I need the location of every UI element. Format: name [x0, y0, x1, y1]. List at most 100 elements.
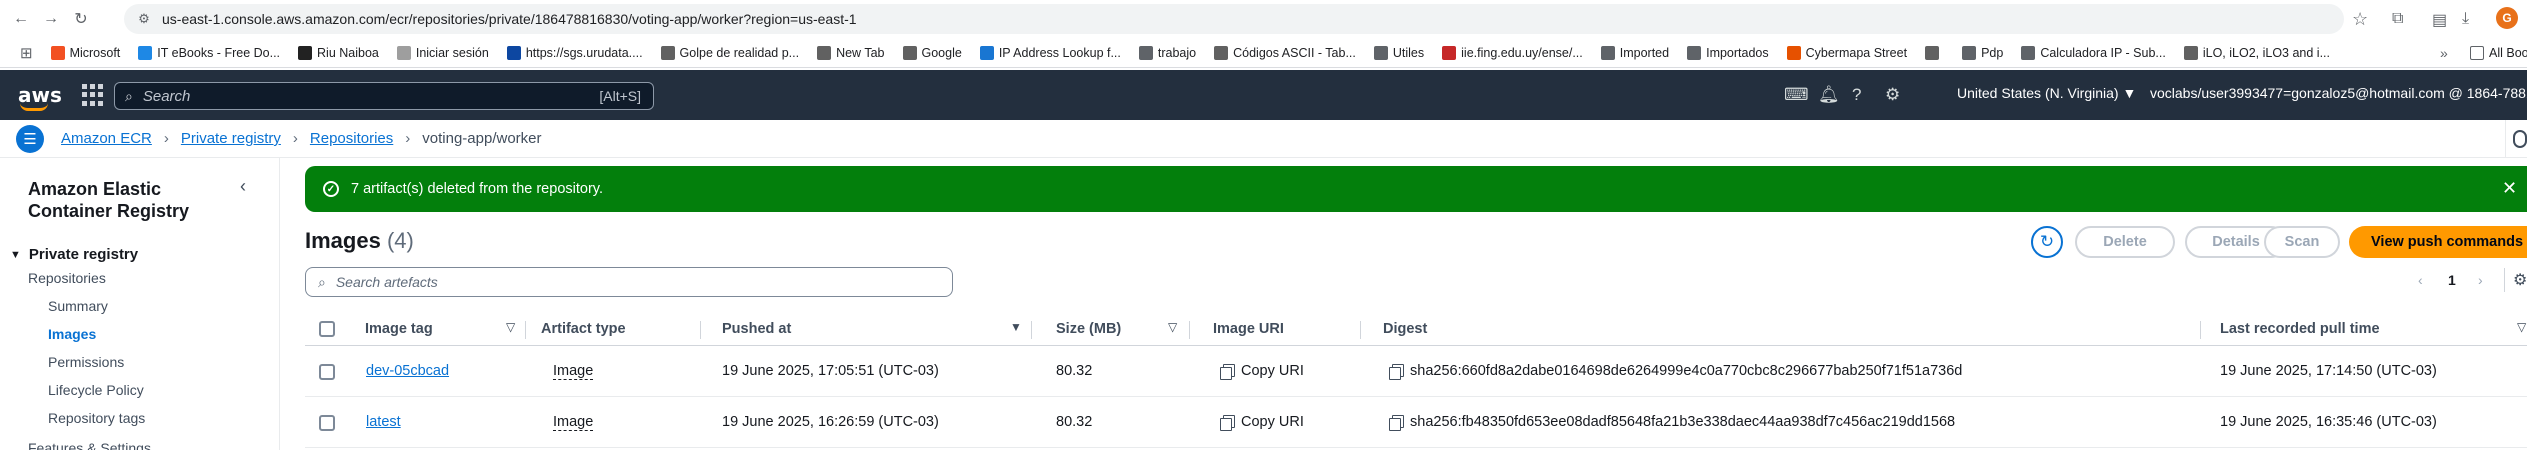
info-panel-icon[interactable]: [2513, 130, 2527, 148]
page-number[interactable]: 1: [2448, 272, 2456, 288]
profile-avatar[interactable]: G: [2496, 7, 2518, 29]
bookmark-label: Pdp: [1981, 45, 2004, 60]
view-push-commands-button[interactable]: View push commands: [2349, 226, 2527, 258]
copy-uri-button[interactable]: Copy URI: [1241, 414, 1304, 430]
bookmark-item[interactable]: Microsoft: [50, 45, 120, 60]
cloudshell-icon[interactable]: ⌨: [1784, 86, 1809, 104]
sort-caret-icon[interactable]: ▽: [506, 320, 515, 334]
search-artefacts-input[interactable]: ⌕ Search artefacts: [305, 267, 953, 297]
bookmark-item[interactable]: iLO, iLO2, iLO3 and i...: [2183, 45, 2330, 60]
bookmark-item[interactable]: Cybermapa Street: [1786, 45, 1908, 60]
address-bar[interactable]: ⚙ us-east-1.console.aws.amazon.com/ecr/r…: [124, 4, 2344, 34]
copy-uri-button[interactable]: Copy URI: [1241, 363, 1304, 379]
digest[interactable]: sha256:fb48350fd653ee08dadf85648fa21b3e3…: [1410, 414, 1955, 430]
artifact-type: Image: [553, 414, 594, 431]
copy-icon[interactable]: [1220, 364, 1235, 380]
column-header-image-uri[interactable]: Image URI: [1213, 321, 1284, 337]
bookmark-favicon-icon: [902, 45, 917, 60]
back-arrow-icon[interactable]: ←: [10, 8, 32, 30]
next-page-icon[interactable]: ›: [2478, 272, 2483, 288]
refresh-button[interactable]: ↻: [2031, 226, 2063, 258]
breadcrumb-amazon-ecr[interactable]: Amazon ECR: [61, 130, 152, 147]
copy-icon[interactable]: [1389, 364, 1404, 380]
scan-button[interactable]: Scan: [2264, 226, 2340, 258]
bookmark-item[interactable]: [1925, 45, 1944, 60]
bookmark-item[interactable]: IP Address Lookup f...: [979, 45, 1121, 60]
column-header-artifact-type[interactable]: Artifact type: [541, 321, 626, 337]
services-grid-icon[interactable]: [82, 84, 104, 106]
url-text[interactable]: us-east-1.console.aws.amazon.com/ecr/rep…: [162, 11, 857, 27]
bookmark-item[interactable]: Imported: [1600, 45, 1669, 60]
column-header-pushed-at[interactable]: Pushed at: [722, 321, 791, 337]
column-header-size[interactable]: Size (MB): [1056, 321, 1121, 337]
row-checkbox[interactable]: [319, 364, 335, 380]
bookmark-item[interactable]: https://sgs.urudata....: [506, 45, 643, 60]
sidebar-item-repository-tags[interactable]: Repository tags: [48, 410, 145, 426]
bookmark-item[interactable]: IT eBooks - Free Do...: [138, 45, 280, 60]
image-tag-link[interactable]: latest: [366, 414, 401, 430]
select-all-checkbox[interactable]: [319, 321, 335, 337]
image-tag-link[interactable]: dev-05cbcad: [366, 363, 449, 379]
downloads-icon[interactable]: ⤓: [2462, 10, 2469, 28]
bookmark-item[interactable]: Golpe de realidad p...: [660, 45, 799, 60]
reload-icon[interactable]: ↻: [70, 8, 92, 30]
sort-descending-icon[interactable]: ▼: [1010, 320, 1022, 334]
table-row[interactable]: latest Image 19 June 2025, 16:26:59 (UTC…: [305, 398, 2527, 448]
bookmark-item[interactable]: Utiles: [1373, 45, 1424, 60]
column-header-last-pull[interactable]: Last recorded pull time: [2220, 321, 2380, 337]
forward-arrow-icon[interactable]: →: [40, 8, 62, 30]
row-checkbox[interactable]: [319, 415, 335, 431]
sort-caret-icon[interactable]: ▽: [1168, 320, 1177, 334]
digest[interactable]: sha256:660fd8a2dabe0164698de6264999e4c0a…: [1410, 363, 1962, 379]
bookmark-item[interactable]: Calculadora IP - Sub...: [2021, 45, 2166, 60]
sidebar-item-permissions[interactable]: Permissions: [48, 354, 124, 370]
sidebar-item-repositories[interactable]: Repositories: [28, 270, 106, 286]
help-icon[interactable]: ?: [1852, 86, 1861, 104]
extensions-icon[interactable]: ⧉: [2392, 10, 2403, 28]
sort-caret-icon[interactable]: ▽: [2517, 320, 2526, 334]
notifications-bell-icon[interactable]: 🔔︎: [1818, 86, 1840, 104]
all-bookmarks[interactable]: All Bookmarks: [2470, 45, 2527, 60]
breadcrumb-private-registry[interactable]: Private registry: [181, 130, 281, 147]
bookmark-item[interactable]: New Tab: [817, 45, 885, 60]
aws-search-input[interactable]: ⌕ Search [Alt+S]: [114, 82, 654, 110]
account-menu[interactable]: voclabs/user3993477=gonzaloz5@hotmail.co…: [2150, 85, 2527, 101]
sidebar-item-lifecycle-policy[interactable]: Lifecycle Policy: [48, 382, 144, 398]
table-preferences-gear-icon[interactable]: ⚙: [2513, 270, 2527, 290]
region-selector[interactable]: United States (N. Virginia) ▼: [1957, 85, 2136, 101]
sidebar-item-features-settings[interactable]: Features & Settings: [28, 440, 151, 450]
site-info-icon[interactable]: ⚙: [136, 11, 152, 27]
sidebar-item-images[interactable]: Images: [48, 326, 96, 342]
column-header-digest[interactable]: Digest: [1383, 321, 1427, 337]
delete-button[interactable]: Delete: [2075, 226, 2175, 258]
sidebar-section-private-registry[interactable]: ▼ Private registry: [10, 246, 138, 263]
copy-icon[interactable]: [1220, 415, 1235, 431]
bookmark-item[interactable]: trabajo: [1138, 45, 1196, 60]
column-divider: [700, 321, 701, 339]
previous-page-icon[interactable]: ‹: [2418, 272, 2423, 288]
apps-grid-icon[interactable]: ⊞: [20, 44, 33, 62]
bookmark-item[interactable]: Pdp: [1962, 45, 2004, 60]
close-sidebar-icon[interactable]: ‹: [240, 176, 246, 197]
bookmark-item[interactable]: Importados: [1687, 45, 1769, 60]
bookmark-item[interactable]: iie.fing.edu.uy/ense/...: [1442, 45, 1583, 60]
bookmark-favicon-icon: [979, 45, 994, 60]
bookmark-item[interactable]: Riu Naiboa: [298, 45, 379, 60]
column-header-image-tag[interactable]: Image tag: [365, 321, 433, 337]
table-row[interactable]: dev-05cbcad Image 19 June 2025, 17:05:51…: [305, 347, 2527, 397]
close-icon[interactable]: ✕: [2502, 178, 2517, 199]
aws-logo[interactable]: aws: [18, 85, 62, 111]
settings-gear-icon[interactable]: ⚙: [1885, 86, 1900, 104]
bookmark-item[interactable]: Códigos ASCII - Tab...: [1214, 45, 1356, 60]
sidebar-item-summary[interactable]: Summary: [48, 298, 108, 314]
bookmark-star-icon[interactable]: ☆: [2352, 9, 2368, 30]
hamburger-menu-icon[interactable]: ☰: [16, 124, 44, 153]
copy-icon[interactable]: [1389, 415, 1404, 431]
bookmark-label: Iniciar sesión: [415, 45, 489, 60]
sidebar-toggle-icon[interactable]: ▤: [2432, 10, 2447, 30]
bookmark-label: Cybermapa Street: [1805, 45, 1908, 60]
bookmark-item[interactable]: Google: [902, 45, 962, 60]
breadcrumb-repositories[interactable]: Repositories: [310, 130, 393, 147]
bookmarks-overflow-icon[interactable]: »: [2440, 45, 2448, 61]
bookmark-item[interactable]: Iniciar sesión: [396, 45, 489, 60]
